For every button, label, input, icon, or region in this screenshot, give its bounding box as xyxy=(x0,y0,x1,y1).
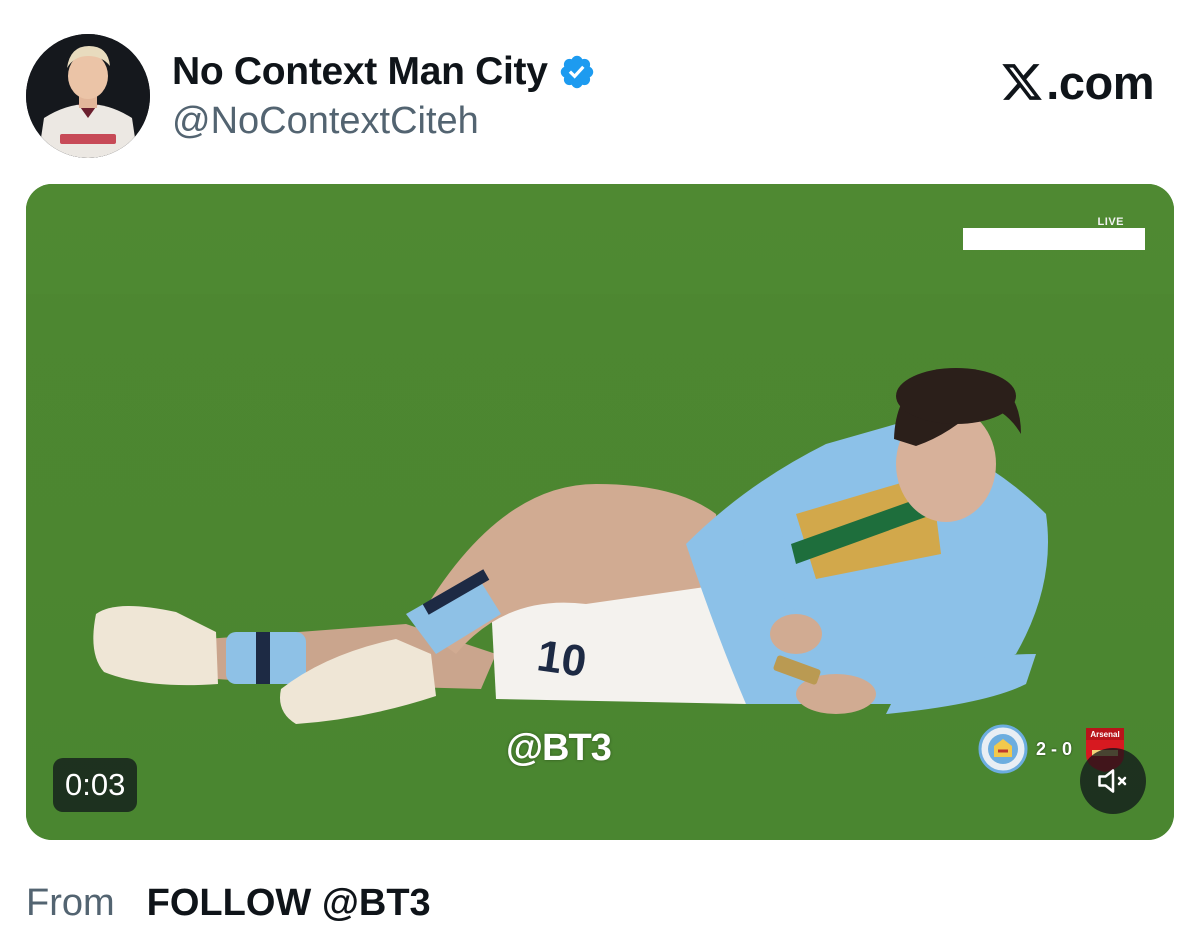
verified-badge-icon xyxy=(560,55,593,89)
live-indicator: LIVE xyxy=(1097,216,1124,228)
arsenal-crest-text: Arsenal xyxy=(1090,730,1119,739)
svg-text:10: 10 xyxy=(534,631,589,686)
author-handle[interactable]: @NoContextCiteh xyxy=(172,100,479,143)
author-display-name[interactable]: No Context Man City xyxy=(172,50,548,94)
author-avatar[interactable] xyxy=(26,34,150,158)
unmute-button[interactable] xyxy=(1080,748,1146,814)
speaker-muted-icon xyxy=(1098,769,1127,793)
source-account-link[interactable]: FOLLOW @BT3 xyxy=(147,882,431,925)
x-logo-icon xyxy=(1002,64,1043,100)
broadcaster-watermark: @BT3 xyxy=(506,727,612,769)
live-banner xyxy=(963,228,1145,250)
x-com-logo: .com xyxy=(1000,55,1154,109)
avatar-photo xyxy=(26,34,150,158)
site-logo-text: .com xyxy=(1046,55,1154,109)
man-city-crest-icon xyxy=(978,724,1028,774)
video-timer: 0:03 xyxy=(53,758,138,812)
match-score: 2 - 0 xyxy=(1036,738,1073,759)
source-prefix: From xyxy=(26,882,115,924)
video-player[interactable]: 10 LIVE @BT3 2 - 0 Arsenal 0:03 xyxy=(26,184,1174,840)
author-name-row[interactable]: No Context Man City xyxy=(172,50,596,94)
video-source-attribution: From FOLLOW @BT3 xyxy=(26,882,431,925)
